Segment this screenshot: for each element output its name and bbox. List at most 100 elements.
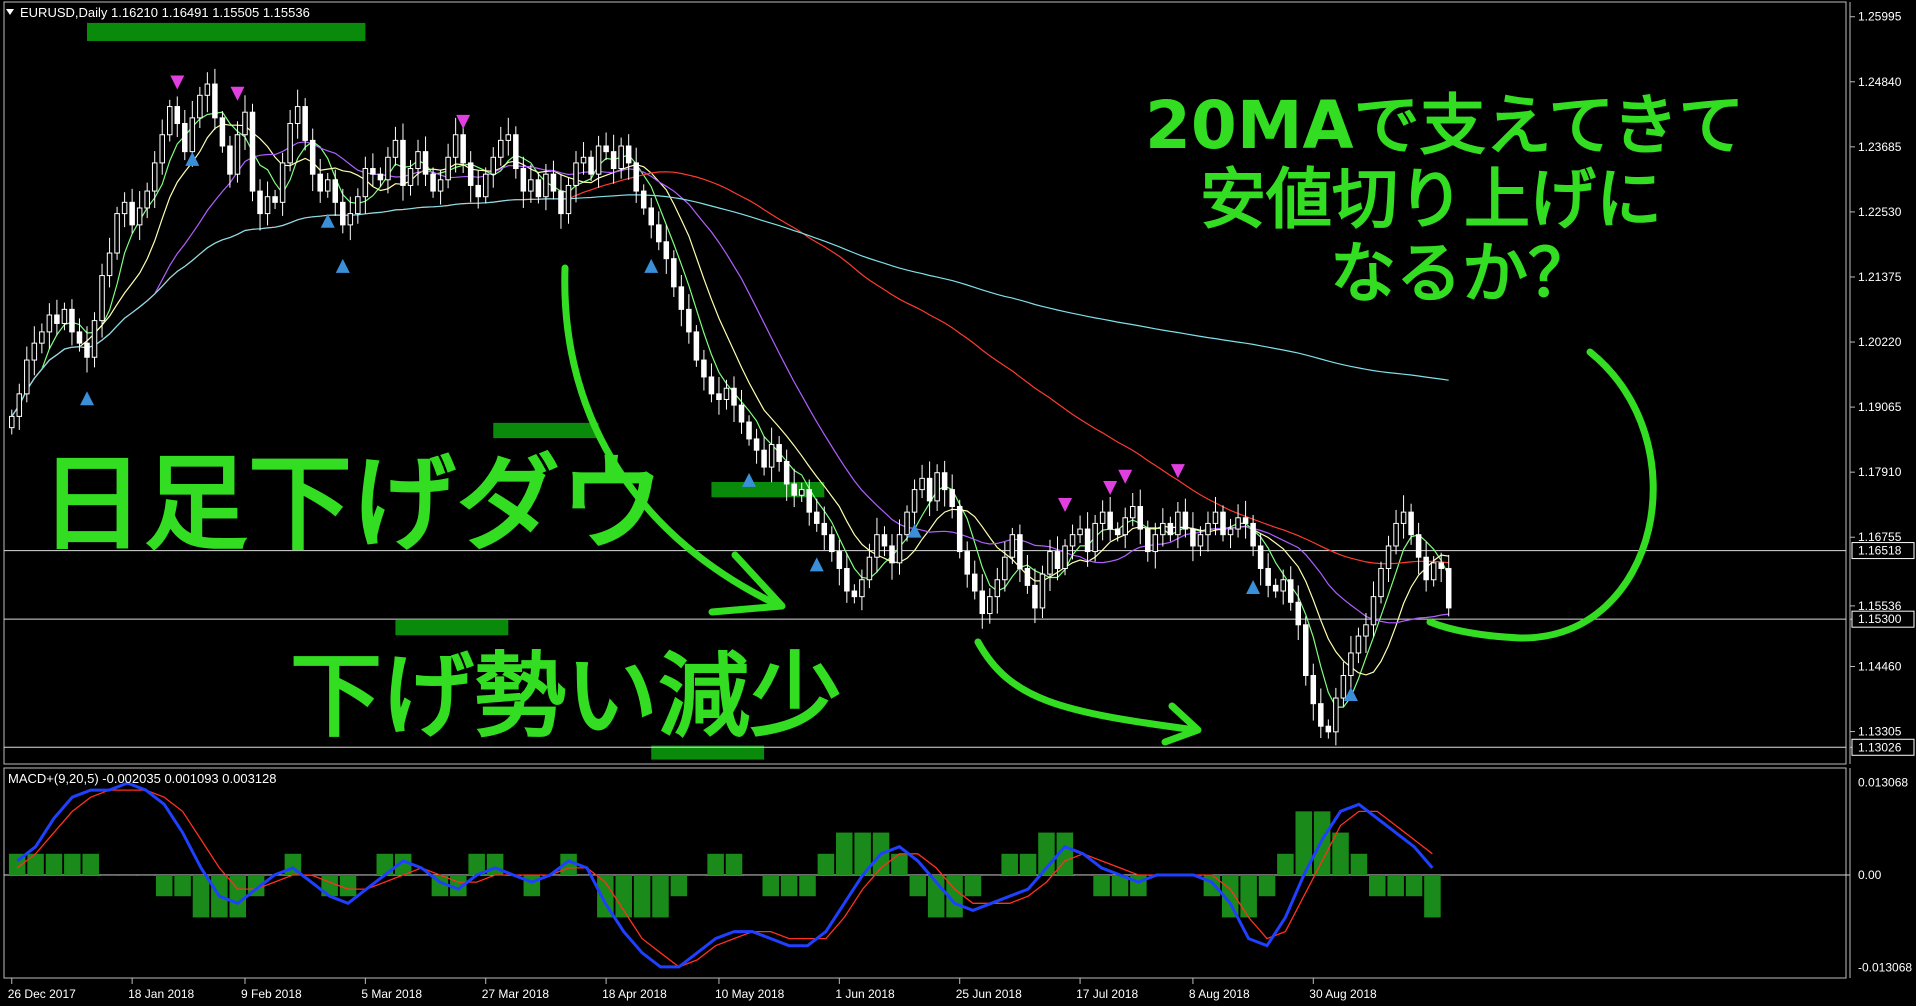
candle-body xyxy=(1039,573,1046,609)
candle-body xyxy=(332,179,339,203)
candle-body xyxy=(964,551,970,575)
candle-body xyxy=(31,342,38,361)
candle-body xyxy=(573,162,579,186)
candle-body xyxy=(949,489,955,508)
macd-histogram-bar xyxy=(1424,875,1441,918)
macd-histogram-bar xyxy=(100,875,118,876)
candle-body xyxy=(121,201,128,215)
candle-body xyxy=(1325,725,1332,733)
macd-histogram-bar xyxy=(486,853,504,875)
macd-histogram-bar xyxy=(1240,875,1257,918)
candle-body xyxy=(1242,517,1249,524)
candle-body xyxy=(377,173,384,181)
macd-histogram-bar xyxy=(1405,875,1423,897)
candle-body xyxy=(370,168,376,175)
candle-body xyxy=(24,359,30,395)
candle-body xyxy=(1423,556,1429,581)
candle-body xyxy=(911,489,918,513)
candle-body xyxy=(610,151,617,170)
candle-body xyxy=(926,477,933,502)
candle-body xyxy=(550,173,557,192)
candle-body xyxy=(1370,596,1377,626)
candle-body xyxy=(956,506,963,553)
candle-body xyxy=(445,156,451,181)
candle-body xyxy=(1415,534,1422,558)
candle-body xyxy=(1220,511,1226,536)
candle-body xyxy=(309,139,316,175)
macd-histogram-bar xyxy=(174,875,191,897)
candle-body xyxy=(693,331,700,361)
candle-body xyxy=(625,145,632,164)
candle-body xyxy=(1348,652,1354,677)
candle-body xyxy=(1385,545,1392,569)
candle-body xyxy=(731,387,737,406)
candle-body xyxy=(558,190,564,215)
price-tick-label: 1.23685 xyxy=(1858,140,1902,154)
candle-body xyxy=(1280,579,1286,592)
macd-histogram-bar xyxy=(799,875,816,897)
candle-body xyxy=(1265,567,1271,586)
candle-body xyxy=(1032,584,1038,609)
candle-body xyxy=(1445,567,1452,609)
time-tick-label: 18 Apr 2018 xyxy=(602,987,667,1001)
time-tick-label: 5 Mar 2018 xyxy=(361,987,422,1001)
candle-body xyxy=(264,196,271,215)
macd-histogram-bar xyxy=(652,875,669,918)
candle-body xyxy=(513,134,519,170)
time-tick-label: 10 May 2018 xyxy=(715,987,785,1001)
candle-body xyxy=(768,444,775,468)
candle-body xyxy=(467,162,474,186)
candle-body xyxy=(136,207,143,226)
macd-histogram-bar xyxy=(339,875,357,897)
candle-body xyxy=(114,213,120,254)
candle-body xyxy=(1024,567,1031,586)
macd-histogram-bar xyxy=(1203,875,1221,897)
candle-body xyxy=(1017,534,1023,569)
annotation-daily-downtrend: 日足下げダウ xyxy=(40,443,664,565)
candle-body xyxy=(941,472,948,491)
time-tick-label: 18 Jan 2018 xyxy=(128,987,194,1001)
candle-body xyxy=(182,122,188,153)
macd-histogram-bar xyxy=(964,875,982,897)
candle-body xyxy=(1287,579,1294,603)
macd-histogram-bar xyxy=(27,853,44,875)
time-tick-label: 30 Aug 2018 xyxy=(1309,987,1377,1001)
candle-body xyxy=(490,156,497,175)
macd-tick-label: -0.013068 xyxy=(1858,960,1912,974)
candle-body xyxy=(505,134,512,141)
macd-histogram-bar xyxy=(891,853,908,875)
candle-body xyxy=(1212,511,1219,524)
macd-label: MACD+(9,20,5) -0.002035 0.001093 0.00312… xyxy=(8,771,277,786)
candle-body xyxy=(783,460,790,485)
macd-histogram-bar xyxy=(82,853,99,875)
macd-histogram-bar xyxy=(358,875,375,876)
macd-histogram-bar xyxy=(725,853,743,875)
candle-body xyxy=(1099,511,1106,524)
candle-body xyxy=(640,190,647,209)
chart-window[interactable]: 1.25995 1.24840 1.23685 1.22530 1.21375 1.202… xyxy=(0,0,1916,1006)
candle-body xyxy=(189,117,196,153)
candle-body xyxy=(1400,511,1407,524)
candle-body xyxy=(324,179,331,192)
candle-body xyxy=(422,151,429,175)
candle-body xyxy=(565,184,572,215)
candle-body xyxy=(407,168,414,186)
macd-histogram-bar xyxy=(762,875,780,897)
candle-body xyxy=(219,117,226,147)
macd-histogram-bar xyxy=(523,875,541,897)
macd-histogram-bar xyxy=(744,875,761,876)
candle-body xyxy=(686,308,692,333)
candle-body xyxy=(1054,551,1061,569)
candle-body xyxy=(896,534,903,564)
candle-body xyxy=(197,94,203,119)
macd-histogram-bar xyxy=(1019,853,1037,875)
candle-body xyxy=(1235,517,1241,530)
candle-body xyxy=(1137,506,1144,530)
candle-body xyxy=(753,438,760,451)
candle-body xyxy=(1084,528,1091,553)
candle-body xyxy=(1129,506,1136,519)
price-tick-label: 1.14460 xyxy=(1858,659,1902,673)
candle-body xyxy=(1009,534,1016,558)
price-zone xyxy=(86,22,366,41)
candle-body xyxy=(287,122,293,164)
